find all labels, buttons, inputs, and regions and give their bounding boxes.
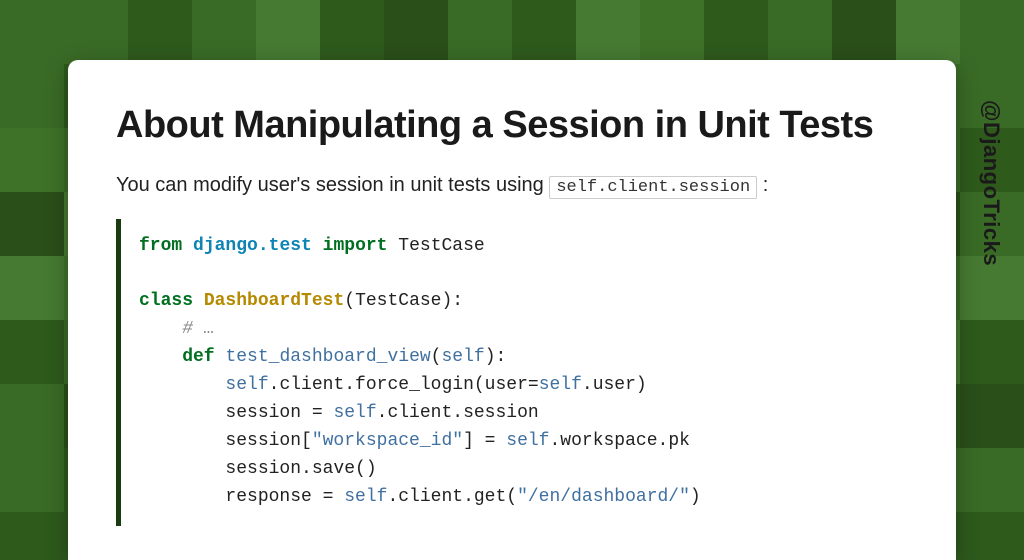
code-text: session =	[139, 403, 333, 423]
import-name: TestCase	[387, 236, 484, 256]
code-block: from django.test import TestCase class D…	[116, 219, 900, 526]
class-name: DashboardTest	[204, 291, 344, 311]
string-literal: "/en/dashboard/"	[517, 487, 690, 507]
paren-close: ):	[485, 347, 507, 367]
code-text: .client.session	[377, 403, 539, 423]
self-ref: self	[539, 375, 582, 395]
self-ref: self	[344, 487, 387, 507]
self-ref: self	[333, 403, 376, 423]
code-text: .client.force_login(user=	[269, 375, 539, 395]
code-text: .workspace.pk	[550, 431, 690, 451]
code-text: )	[690, 487, 701, 507]
code-text: session[	[139, 431, 312, 451]
paren-open: (	[431, 347, 442, 367]
code-text: .client.get(	[387, 487, 517, 507]
self-ref: self	[225, 375, 268, 395]
self-ref: self	[506, 431, 549, 451]
intro-suffix: :	[757, 174, 768, 196]
code-text: session.save()	[139, 459, 377, 479]
author-handle: @DjangoTricks	[978, 100, 1004, 266]
indent	[139, 375, 225, 395]
class-tail: (TestCase):	[344, 291, 463, 311]
inline-code: self.client.session	[549, 176, 757, 199]
string-literal: "workspace_id"	[312, 431, 463, 451]
kw-from: from	[139, 236, 182, 256]
intro-prefix: You can modify user's session in unit te…	[116, 174, 549, 196]
content-card: @DjangoTricks About Manipulating a Sessi…	[68, 60, 956, 560]
code-text: .user)	[582, 375, 647, 395]
fn-name: test_dashboard_view	[225, 347, 430, 367]
kw-def: def	[139, 347, 215, 367]
self-param: self	[441, 347, 484, 367]
intro-text: You can modify user's session in unit te…	[116, 174, 900, 197]
code-text: response =	[139, 487, 344, 507]
page-title: About Manipulating a Session in Unit Tes…	[116, 104, 900, 148]
code-text: ] =	[463, 431, 506, 451]
kw-class: class	[139, 291, 193, 311]
module-name: django.test	[193, 236, 312, 256]
comment: # …	[139, 319, 215, 339]
kw-import: import	[323, 236, 388, 256]
